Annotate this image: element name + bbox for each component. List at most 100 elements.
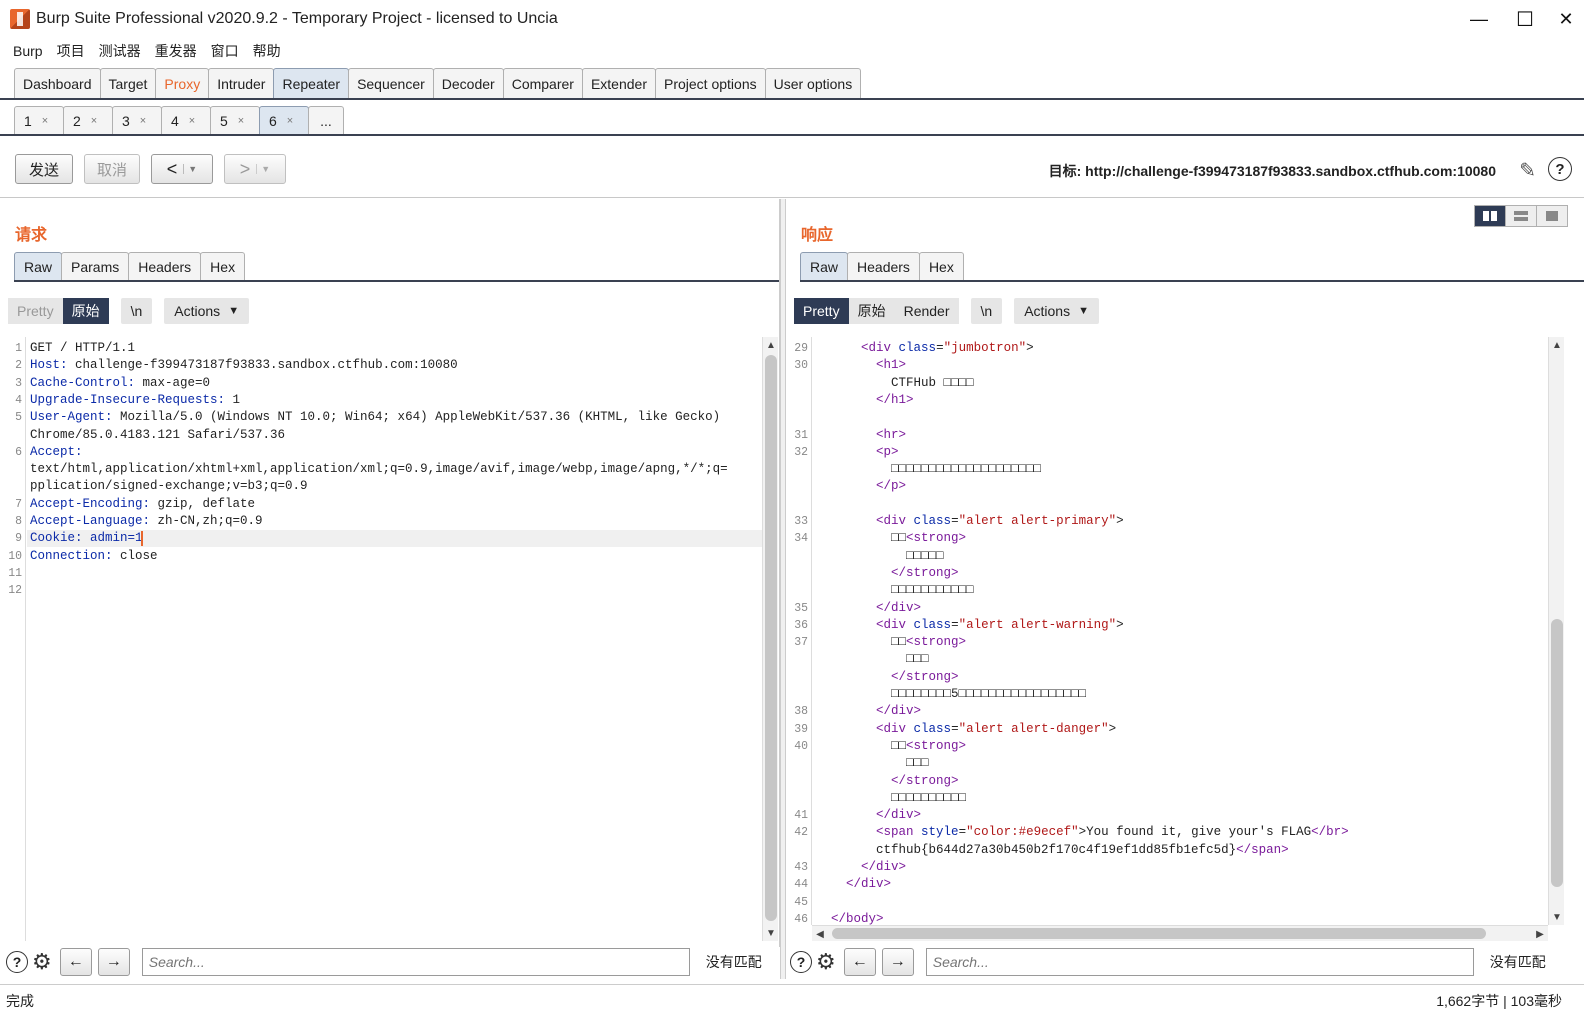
layout-single-button[interactable]	[1536, 205, 1568, 227]
response-line[interactable]: <p>	[816, 444, 899, 461]
response-line[interactable]: □□□	[816, 755, 929, 772]
back-dropdown-icon[interactable]: ▼	[183, 164, 197, 174]
response-line[interactable]: ctfhub{b644d27a30b450b2f170c4f19ef1dd85f…	[816, 842, 1289, 859]
repeater-tab-4[interactable]: 4 ×	[161, 106, 211, 134]
response-raw-toggle[interactable]: 原始	[848, 298, 895, 324]
back-button[interactable]: < ▼	[151, 154, 213, 184]
scroll-right-icon[interactable]: ▶	[1532, 926, 1548, 942]
layout-side-by-side-button[interactable]	[1474, 205, 1506, 227]
menu-repeater[interactable]: 重发器	[155, 41, 197, 61]
close-tab-icon[interactable]: ×	[91, 115, 97, 127]
close-tab-icon[interactable]: ×	[42, 115, 48, 127]
close-tab-icon[interactable]: ×	[287, 115, 293, 127]
request-line[interactable]: pplication/signed-exchange;v=b3;q=0.9	[30, 478, 308, 495]
response-line[interactable]: </strong>	[816, 565, 959, 582]
request-line[interactable]: Accept-Encoding: gzip, deflate	[30, 496, 255, 513]
repeater-tab-3[interactable]: 3 ×	[112, 106, 162, 134]
response-line[interactable]: □□<strong>	[816, 634, 966, 651]
response-line[interactable]: </div>	[816, 703, 921, 720]
cancel-button[interactable]: 取消	[84, 154, 140, 184]
response-line[interactable]: □□□□□□□□□□	[816, 790, 966, 807]
send-button[interactable]: 发送	[15, 154, 73, 184]
request-line[interactable]: Upgrade-Insecure-Requests: 1	[30, 392, 240, 409]
layout-stacked-button[interactable]	[1505, 205, 1537, 227]
tab-comparer[interactable]: Comparer	[502, 68, 583, 98]
close-tab-icon[interactable]: ×	[238, 115, 244, 127]
response-search-input[interactable]	[925, 948, 1474, 976]
request-line[interactable]: text/html,application/xhtml+xml,applicat…	[30, 461, 728, 478]
menu-project[interactable]: 项目	[57, 41, 85, 61]
response-line[interactable]: </div>	[816, 859, 906, 876]
response-line[interactable]: □□□□□□□□5□□□□□□□□□□□□□□□□□	[816, 686, 1086, 703]
tab-project-options[interactable]: Project options	[655, 68, 766, 98]
tab-user-options[interactable]: User options	[764, 68, 862, 98]
response-editor[interactable]: 29 <div class="jumbotron"> 30 <h1> CTFHub…	[786, 337, 1548, 925]
request-scroll-thumb[interactable]	[765, 355, 777, 921]
response-line[interactable]: □□<strong>	[816, 738, 966, 755]
response-line[interactable]: </body>	[816, 911, 884, 925]
search-next-button[interactable]: →	[881, 948, 914, 976]
response-scroll-thumb[interactable]	[1551, 619, 1563, 887]
menu-help[interactable]: 帮助	[253, 41, 281, 61]
response-line[interactable]: <hr>	[816, 427, 906, 444]
response-line[interactable]: </div>	[816, 807, 921, 824]
response-line[interactable]: </strong>	[816, 669, 959, 686]
response-line[interactable]: □□□□□□□□□□□□□□□□□□□□	[816, 461, 1041, 478]
tab-proxy[interactable]: Proxy	[155, 68, 210, 98]
response-hscroll-thumb[interactable]	[832, 928, 1486, 939]
request-raw-toggle[interactable]: 原始	[62, 298, 109, 324]
response-line[interactable]: </p>	[816, 478, 906, 495]
request-tab-params[interactable]: Params	[61, 252, 130, 280]
tab-intruder[interactable]: Intruder	[208, 68, 275, 98]
response-vertical-scrollbar[interactable]: ▲ ▼	[1548, 337, 1564, 925]
request-line[interactable]: Cache-Control: max-age=0	[30, 375, 210, 392]
gear-icon[interactable]: ⚙	[32, 949, 52, 975]
response-tab-raw[interactable]: Raw	[800, 252, 849, 280]
scroll-down-icon[interactable]: ▼	[763, 925, 779, 941]
response-render-toggle[interactable]: Render	[894, 298, 959, 324]
response-line[interactable]: </div>	[816, 600, 921, 617]
help-icon[interactable]: ?	[6, 951, 28, 973]
request-pretty-toggle[interactable]: Pretty	[8, 298, 63, 324]
response-line[interactable]: □□□	[816, 651, 929, 668]
scroll-left-icon[interactable]: ◀	[812, 926, 828, 942]
scroll-down-icon[interactable]: ▼	[1549, 909, 1565, 925]
minimize-button[interactable]: —	[1456, 4, 1502, 34]
repeater-tab-1[interactable]: 1 ×	[14, 106, 64, 134]
request-line[interactable]: Host: challenge-f399473187f93833.sandbox…	[30, 357, 458, 374]
response-line[interactable]: <h1>	[816, 357, 906, 374]
search-previous-button[interactable]: ←	[59, 948, 92, 976]
response-line[interactable]: CTFHub □□□□	[816, 375, 974, 392]
response-line[interactable]: <div class="alert alert-primary">	[816, 513, 1124, 530]
request-vertical-scrollbar[interactable]: ▲ ▼	[762, 337, 778, 941]
request-line[interactable]: GET / HTTP/1.1	[30, 340, 135, 357]
help-icon[interactable]: ?	[790, 951, 812, 973]
response-actions-dropdown[interactable]: Actions ▼	[1014, 298, 1099, 324]
repeater-tab-5[interactable]: 5 ×	[210, 106, 260, 134]
edit-target-pencil-icon[interactable]: ✎	[1519, 158, 1536, 183]
request-line[interactable]: Connection: close	[30, 548, 158, 565]
menu-burp[interactable]: Burp	[13, 43, 43, 59]
request-editor[interactable]: 1 GET / HTTP/1.1 2 Host: challenge-f3994731…	[0, 337, 762, 941]
tab-dashboard[interactable]: Dashboard	[14, 68, 101, 98]
scroll-up-icon[interactable]: ▲	[1549, 337, 1565, 353]
help-icon[interactable]: ?	[1548, 157, 1572, 181]
menu-intruder[interactable]: 测试器	[99, 41, 141, 61]
close-button[interactable]: ✕	[1548, 4, 1584, 34]
request-tab-hex[interactable]: Hex	[200, 252, 246, 280]
request-search-input[interactable]	[141, 948, 690, 976]
response-tab-headers[interactable]: Headers	[847, 252, 920, 280]
request-actions-dropdown[interactable]: Actions ▼	[164, 298, 250, 324]
search-next-button[interactable]: →	[97, 948, 130, 976]
response-line[interactable]: </strong>	[816, 773, 959, 790]
gear-icon[interactable]: ⚙	[816, 949, 836, 975]
close-tab-icon[interactable]: ×	[140, 115, 146, 127]
tab-decoder[interactable]: Decoder	[432, 68, 504, 98]
request-newline-toggle[interactable]: \n	[120, 298, 153, 324]
response-line[interactable]: <div class="alert alert-danger">	[816, 721, 1116, 738]
search-previous-button[interactable]: ←	[843, 948, 876, 976]
request-line[interactable]: User-Agent: Mozilla/5.0 (Windows NT 10.0…	[30, 409, 720, 426]
scroll-up-icon[interactable]: ▲	[763, 337, 779, 353]
response-line[interactable]: □□□□□	[816, 548, 944, 565]
response-tab-hex[interactable]: Hex	[918, 252, 964, 280]
